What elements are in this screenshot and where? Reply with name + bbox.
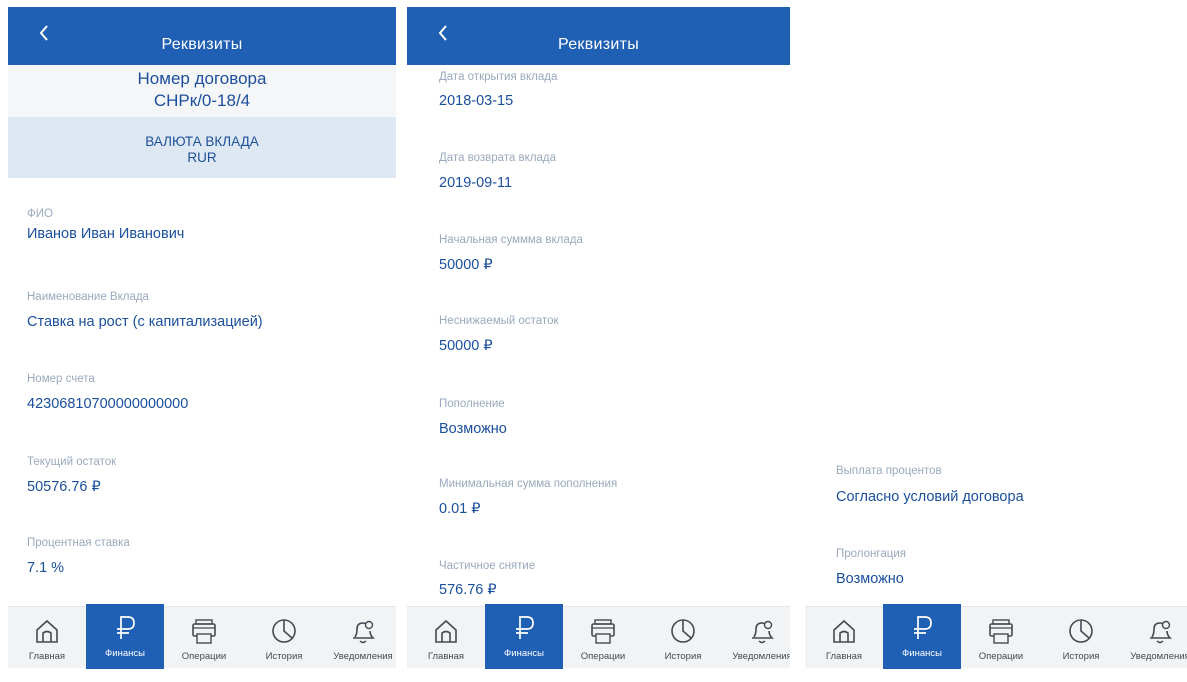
page-title: Реквизиты xyxy=(557,36,640,53)
pie-chart-icon xyxy=(1067,617,1095,645)
field-label-open-date: Дата открытия вклада xyxy=(439,71,558,83)
screen-requisites-3: Выплата процентов Согласно условий догов… xyxy=(805,0,1187,682)
tab-label: Главная xyxy=(28,651,66,662)
tab-history[interactable]: История xyxy=(1042,607,1120,669)
tab-operations[interactable]: Операции xyxy=(564,607,642,669)
bell-icon xyxy=(349,617,377,645)
tab-label: История xyxy=(664,651,702,662)
page-title: Реквизиты xyxy=(161,36,243,53)
contract-number: СНРк/0-18/4 xyxy=(153,91,251,110)
tab-operations[interactable]: Операции xyxy=(962,607,1040,669)
tab-label: Операции xyxy=(978,651,1024,662)
ruble-icon xyxy=(510,614,538,642)
field-label-account: Номер счета xyxy=(27,373,95,385)
tab-label: Уведомления xyxy=(333,651,393,662)
printer-icon xyxy=(190,617,218,645)
tab-label: Уведомления xyxy=(732,651,790,662)
field-label-interest-payment: Выплата процентов xyxy=(836,465,942,477)
field-value-initial-sum: 50000 ₽ xyxy=(439,257,493,273)
tab-label: Уведомления xyxy=(1130,651,1187,662)
field-value-interest-payment: Согласно условий договора xyxy=(836,489,1024,505)
currency-label: ВАЛЮТА ВКЛАДА xyxy=(145,134,259,149)
field-label-min-replenishment: Минимальная сумма пополнения xyxy=(439,478,618,490)
field-value-open-date: 2018-03-15 xyxy=(439,93,514,109)
tab-finance[interactable]: Финансы xyxy=(883,604,961,669)
ruble-icon xyxy=(111,614,139,642)
tab-home[interactable]: Главная xyxy=(805,607,883,669)
bottom-tab-bar: Главная Финансы Операции История Уведомления xyxy=(407,604,790,669)
tab-label: Финансы xyxy=(105,648,145,659)
printer-icon xyxy=(987,617,1015,645)
tab-finance[interactable]: Финансы xyxy=(86,604,164,669)
tab-label: Финансы xyxy=(504,648,544,659)
field-value-prolongation: Возможно xyxy=(836,571,904,587)
field-value-deposit-name: Ставка на рост (с капитализацией) xyxy=(27,314,263,330)
field-value-replenishment: Возможно xyxy=(439,421,507,437)
currency-value: RUR xyxy=(187,150,217,165)
home-icon xyxy=(33,617,61,645)
field-label-fio: ФИО xyxy=(27,208,53,220)
field-label-initial-sum: Начальная суммма вклада xyxy=(439,234,583,246)
field-value-min-replenishment: 0.01 ₽ xyxy=(439,501,481,517)
field-label-partial-withdrawal: Частичное снятие xyxy=(439,560,536,572)
home-icon xyxy=(432,617,460,645)
screen-requisites-2: Реквизиты Дата открытия вклада 2018-03-1… xyxy=(407,0,790,682)
tab-history[interactable]: История xyxy=(245,607,323,669)
field-value-min-balance: 50000 ₽ xyxy=(439,338,493,354)
tab-label: История xyxy=(265,651,303,662)
bell-icon xyxy=(1146,617,1174,645)
field-value-account: 42306810700000000000 xyxy=(27,396,189,412)
ruble-icon xyxy=(908,614,936,642)
tab-home[interactable]: Главная xyxy=(8,607,86,669)
bottom-tab-bar: Главная Финансы Операции История Уведомления xyxy=(8,604,396,669)
bottom-tab-bar: Главная Финансы Операции История Уведомления xyxy=(805,604,1187,669)
tab-label: Операции xyxy=(181,651,227,662)
tab-history[interactable]: История xyxy=(644,607,722,669)
top-app-bar: Реквизиты xyxy=(8,7,396,65)
tab-label: Главная xyxy=(427,651,465,662)
field-value-return-date: 2019-09-11 xyxy=(439,175,513,191)
field-label-min-balance: Неснижаемый остаток xyxy=(439,315,559,327)
tab-label: Главная xyxy=(825,651,863,662)
field-label-replenishment: Пополнение xyxy=(439,398,505,410)
field-value-partial-withdrawal: 576.76 ₽ xyxy=(439,582,497,598)
tab-finance[interactable]: Финансы xyxy=(485,604,563,669)
pie-chart-icon xyxy=(669,617,697,645)
printer-icon xyxy=(589,617,617,645)
tab-operations[interactable]: Операции xyxy=(165,607,243,669)
tab-home[interactable]: Главная xyxy=(407,607,485,669)
field-value-balance: 50576.76 ₽ xyxy=(27,479,101,495)
screen-requisites-1: Реквизиты Номер договора СНРк/0-18/4 ВАЛ… xyxy=(8,0,396,682)
tab-label: Финансы xyxy=(902,648,942,659)
pie-chart-icon xyxy=(270,617,298,645)
field-label-deposit-name: Наименование Вклада xyxy=(27,291,149,303)
bell-icon xyxy=(748,617,776,645)
contract-block: Номер договора СНРк/0-18/4 xyxy=(8,65,396,117)
tab-notifications[interactable]: Уведомления xyxy=(324,607,396,669)
field-value-fio: Иванов Иван Иванович xyxy=(27,226,185,242)
field-label-rate: Процентная ставка xyxy=(27,537,130,549)
field-value-rate: 7.1 % xyxy=(27,560,65,576)
tab-label: История xyxy=(1062,651,1100,662)
currency-band: ВАЛЮТА ВКЛАДА RUR xyxy=(8,117,396,178)
field-label-prolongation: Пролонгация xyxy=(836,548,906,560)
tab-notifications[interactable]: Уведомления xyxy=(1121,607,1187,669)
home-icon xyxy=(830,617,858,645)
contract-title: Номер договора xyxy=(137,69,267,88)
tab-label: Операции xyxy=(580,651,626,662)
field-label-balance: Текущий остаток xyxy=(27,456,117,468)
field-label-return-date: Дата возврата вклада xyxy=(439,152,557,164)
top-app-bar: Реквизиты xyxy=(407,7,790,65)
tab-notifications[interactable]: Уведомления xyxy=(723,607,790,669)
